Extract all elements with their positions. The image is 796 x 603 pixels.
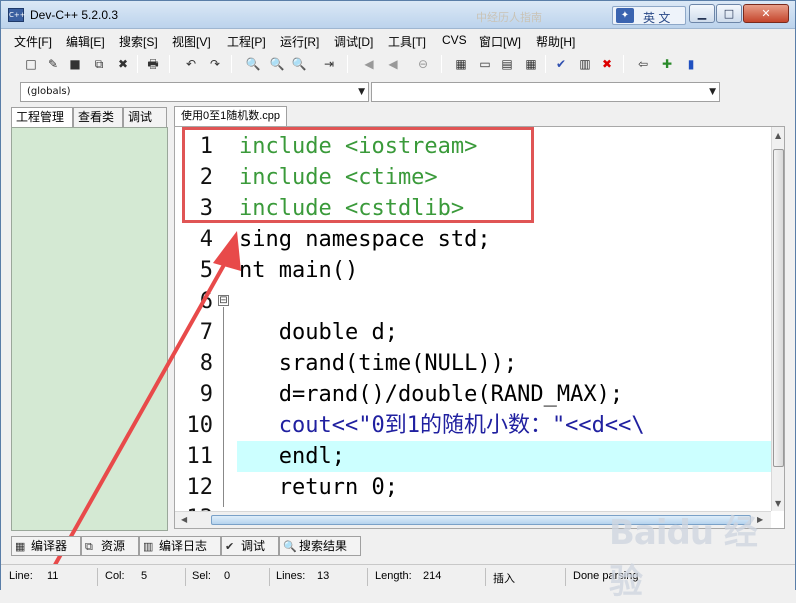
search-icon: 🔍 [283, 541, 297, 553]
bottom-panel-tabs: ▦ 编译器 ⧉ 资源 ▥ 编译日志 ✔ 调试 🔍 搜索结果 [11, 536, 371, 556]
status-sel-label: Sel: [192, 570, 211, 582]
tab-compile-log[interactable]: ▥ 编译日志 [139, 536, 221, 556]
status-divider [97, 568, 98, 586]
status-sel-value: 0 [224, 570, 231, 582]
status-col-value: 5 [141, 570, 148, 582]
status-lines-value: 13 [317, 570, 330, 582]
chart-icon: ▥ [143, 541, 154, 553]
tab-resources[interactable]: ⧉ 资源 [81, 536, 139, 556]
status-line-value: 11 [47, 570, 59, 582]
status-length-label: Length: [375, 570, 412, 582]
annotation-arrow [45, 231, 241, 581]
tab-label: 调试 [241, 539, 266, 553]
main-window: C++ Dev-C++ 5.2.0.3 中经历人指南 ✦ 英 文 ▁ □ ✕ 文… [0, 0, 796, 602]
baidu-watermark: Baidu 经验 [609, 505, 789, 602]
tab-label: 编译器 [31, 539, 68, 553]
resource-icon: ⧉ [85, 541, 93, 553]
status-col-label: Col: [105, 570, 125, 582]
status-length-value: 214 [423, 570, 442, 582]
tab-label: 编译日志 [159, 539, 208, 553]
status-divider [269, 568, 270, 586]
status-divider [485, 568, 486, 586]
status-insert-mode: 插入 [493, 573, 515, 585]
tab-label: 搜索结果 [299, 539, 348, 553]
status-lines-label: Lines: [276, 570, 306, 582]
tab-compiler[interactable]: ▦ 编译器 [11, 536, 81, 556]
check-icon: ✔ [225, 541, 235, 553]
tab-label: 资源 [101, 539, 126, 553]
watermark-text: Baidu 经验 [609, 513, 758, 602]
grid-icon: ▦ [15, 541, 26, 553]
tab-search-results[interactable]: 🔍 搜索结果 [279, 536, 361, 556]
tab-debug-output[interactable]: ✔ 调试 [221, 536, 279, 556]
status-divider [185, 568, 186, 586]
status-line-label: Line: [9, 570, 33, 582]
status-divider [565, 568, 566, 586]
status-divider [367, 568, 368, 586]
